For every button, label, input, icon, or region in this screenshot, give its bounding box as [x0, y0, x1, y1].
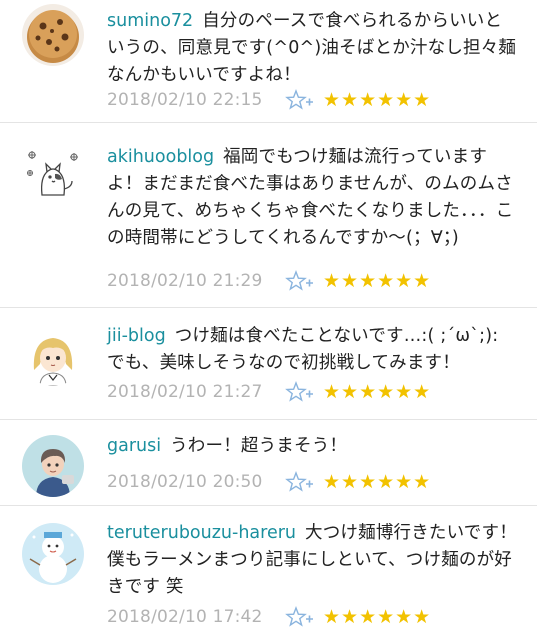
star-rating[interactable]: ★★★★★★ [323, 381, 431, 403]
comment-list: sumino72 自分のペースで食べられるからいいというの、同意見です(^0^)油… [0, 0, 537, 640]
comment-meta: 2018/02/10 21:27 ★★★★★★ [107, 380, 431, 404]
comment-item: akihuooblog 福岡でもつけ麺は流行っていますよ！まだまだ食べた事はありま… [0, 123, 537, 308]
comment-text: jii-blog つけ麺は食べたことないです…:( ;´ω`;): でも、美味しそ… [107, 323, 517, 377]
comment-meta: 2018/02/10 21:29 ★★★★★★ [107, 269, 431, 293]
comment-timestamp[interactable]: 2018/02/10 21:29 [107, 271, 285, 291]
comment-meta: 2018/02/10 20:50 ★★★★★★ [107, 470, 431, 494]
add-star-icon[interactable] [285, 381, 315, 403]
comment-item: garusi うわー！超うまそう！ 2018/02/10 20:50 ★★★★★★ [0, 420, 537, 506]
add-star-icon[interactable] [285, 606, 315, 628]
comment-text: sumino72 自分のペースで食べられるからいいというの、同意見です(^0^)油… [107, 8, 517, 89]
comment-timestamp[interactable]: 2018/02/10 20:50 [107, 472, 285, 492]
add-star-icon[interactable] [285, 270, 315, 292]
comment-body: うわー！超うまそう！ [170, 436, 348, 456]
cookie-avatar-icon[interactable] [22, 4, 84, 66]
comment-meta: 2018/02/10 17:42 ★★★★★★ [107, 605, 431, 629]
comment-username[interactable]: teruterubouzu-hareru [107, 523, 296, 543]
comment-username[interactable]: sumino72 [107, 11, 193, 31]
comment-text: teruterubouzu-hareru 大つけ麺博行きたいです！僕もラーメンまつ… [107, 520, 517, 601]
comment-text: akihuooblog 福岡でもつけ麺は流行っていますよ！まだまだ食べた事はありま… [107, 144, 517, 252]
anime-girl-avatar-icon[interactable] [22, 324, 84, 386]
person-illustration-avatar-icon[interactable] [22, 435, 84, 497]
comment-username[interactable]: akihuooblog [107, 147, 214, 167]
comment-username[interactable]: jii-blog [107, 326, 166, 346]
comment-item: teruterubouzu-hareru 大つけ麺博行きたいです！僕もラーメンまつ… [0, 506, 537, 640]
add-star-icon[interactable] [285, 89, 315, 111]
star-rating[interactable]: ★★★★★★ [323, 270, 431, 292]
comment-item: sumino72 自分のペースで食べられるからいいというの、同意見です(^0^)油… [0, 0, 537, 123]
add-star-icon[interactable] [285, 471, 315, 493]
snowman-avatar-icon[interactable] [22, 523, 84, 585]
cat-sketch-avatar-icon[interactable] [22, 143, 84, 205]
star-rating[interactable]: ★★★★★★ [323, 471, 431, 493]
star-rating[interactable]: ★★★★★★ [323, 89, 431, 111]
comment-meta: 2018/02/10 22:15 ★★★★★★ [107, 88, 431, 112]
comment-item: jii-blog つけ麺は食べたことないです…:( ;´ω`;): でも、美味しそ… [0, 308, 537, 420]
comment-timestamp[interactable]: 2018/02/10 21:27 [107, 382, 285, 402]
comment-timestamp[interactable]: 2018/02/10 17:42 [107, 607, 285, 627]
star-rating[interactable]: ★★★★★★ [323, 606, 431, 628]
comment-text: garusi うわー！超うまそう！ [107, 433, 517, 460]
comment-username[interactable]: garusi [107, 436, 161, 456]
comment-timestamp[interactable]: 2018/02/10 22:15 [107, 90, 285, 110]
